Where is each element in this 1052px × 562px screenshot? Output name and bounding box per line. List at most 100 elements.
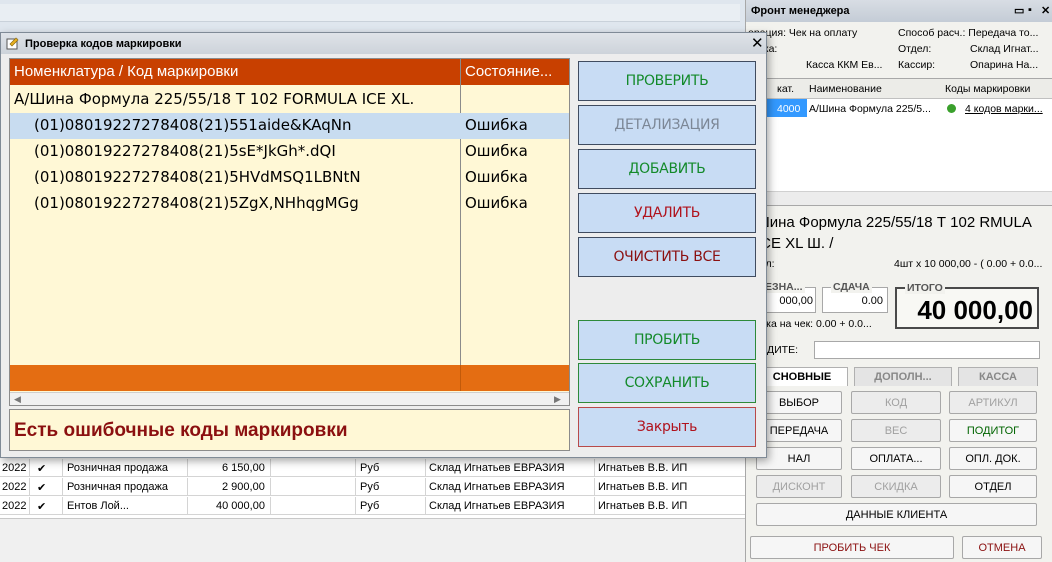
grid-horizontal-scrollbar[interactable] (757, 191, 1052, 205)
table-row[interactable]: (01)08019227278408(21)5sE*JkGh*.dQI Ошиб… (10, 139, 569, 165)
check-icon: ✔ (37, 482, 47, 494)
outlet-value: Касса ККМ Ев... (806, 59, 883, 71)
column-header-status[interactable]: Состояние... (465, 63, 552, 80)
front-manager-panel: Фронт менеджера ▭ ▪ ✕ ерация: Чек на опл… (745, 0, 1052, 562)
change-value: 0.00 (861, 295, 883, 307)
table-row[interactable]: 2022 ✔ Ентов Лой... 40 000,00 Руб Склад … (0, 497, 745, 515)
close-icon[interactable]: ✕ (1041, 4, 1050, 17)
column-header: Наименование (809, 83, 882, 95)
cashier-label: Кассир: (898, 59, 936, 71)
delete-button[interactable]: УДАЛИТЬ (578, 193, 756, 233)
error-message: Есть ошибочные коды маркировки (14, 420, 348, 441)
front-manager-titlebar: Фронт менеджера ▭ ▪ ✕ (746, 0, 1052, 22)
tab-cash[interactable]: КАССА (958, 367, 1038, 386)
doc-currency: Руб (360, 481, 380, 493)
doc-sum: 2 900,00 (222, 481, 265, 493)
marking-codes-table[interactable]: Номенклатура / Код маркировки Состояние.… (9, 58, 570, 406)
subtotal-button[interactable]: ПОДИТОГ (949, 419, 1037, 442)
select-button[interactable]: ВЫБОР (756, 391, 842, 414)
selected-item-name: Шина Формула 225/55/18 Т 102 RMULA ICE X… (756, 214, 1032, 252)
code-status: Ошибка (465, 142, 528, 160)
price-line: 4шт x 10 000,00 - ( 0.00 + 0.0... (894, 258, 1043, 270)
add-button[interactable]: ДОБАВИТЬ (578, 149, 756, 189)
transfer-button[interactable]: ПЕРЕДАЧА (756, 419, 842, 442)
minimize-icon[interactable]: ▭ (1014, 4, 1024, 17)
table-row[interactable]: (01)08019227278408(21)5HVdMSQ1LBNtN Ошиб… (10, 165, 569, 191)
article-button[interactable]: АРТИКУЛ (949, 391, 1037, 414)
front-manager-info: ерация: Чек на оплату точка: Касса ККМ Е… (746, 22, 1052, 76)
dept-value: Склад Игнат... (970, 43, 1039, 55)
code-button[interactable]: КОД (851, 391, 941, 414)
item-code: 4000 (777, 103, 801, 115)
tab-basic[interactable]: СНОВНЫЕ (756, 367, 848, 386)
tab-additional[interactable]: ДОПОЛН... (854, 367, 952, 386)
dept-button[interactable]: ОТДЕЛ (949, 475, 1037, 498)
received-field[interactable]: ЕЗНА... 000,00 (760, 281, 816, 313)
marking-code: (01)08019227278408(21)551aide&KAqNn (34, 116, 352, 134)
table-row[interactable]: 2022 ✔ Розничная продажа 6 150,00 Руб Ск… (0, 459, 745, 477)
code-status: Ошибка (465, 194, 528, 212)
column-header: кат. (777, 83, 794, 95)
close-button[interactable]: Закрыть (578, 407, 756, 447)
item-name: А/Шина Формула 225/5... (809, 103, 931, 115)
received-label: ЕЗНА... (763, 281, 805, 293)
punch-button[interactable]: ПРОБИТЬ (578, 320, 756, 360)
scroll-right-icon[interactable]: ▶ (554, 394, 561, 405)
close-icon[interactable]: ✕ (751, 34, 764, 52)
discount-button[interactable]: СКИДКА (851, 475, 941, 498)
barcode-input[interactable] (814, 341, 1040, 359)
weight-button[interactable]: ВЕС (851, 419, 941, 442)
clear-all-button[interactable]: ОЧИСТИТЬ ВСЕ (578, 237, 756, 277)
code-status: Ошибка (465, 168, 528, 186)
background-status-area (0, 518, 745, 562)
doc-warehouse: Склад Игнатьев ЕВРАЗИЯ (429, 500, 565, 512)
doc-type: Розничная продажа (67, 462, 169, 474)
product-name: А/Шина Формула 225/55/18 Т 102 FORMULA I… (14, 90, 415, 108)
marking-codes-link[interactable]: 4 кодов марки... (965, 103, 1052, 115)
doc-type: Ентов Лой... (67, 500, 129, 512)
cash-button[interactable]: НАЛ (756, 447, 842, 470)
marking-check-dialog: Проверка кодов маркировки ✕ Номенклатура… (0, 32, 767, 458)
check-button[interactable]: ПРОВЕРИТЬ (578, 61, 756, 101)
receipt-grid-header: кат. Наименование Коды маркировки (757, 79, 1052, 99)
doc-date: 2022 (2, 481, 27, 493)
error-message-panel: Есть ошибочные коды маркировки (9, 409, 570, 451)
receipt-item-row[interactable]: 4000 А/Шина Формула 225/5... 4 кодов мар… (757, 99, 1052, 117)
dialog-app-icon (6, 37, 19, 50)
dept-label: Отдел: (898, 43, 932, 55)
background-toolbar (0, 0, 745, 34)
details-button[interactable]: ДЕТАЛИЗАЦИЯ (578, 105, 756, 145)
background-toolbar-strip (0, 4, 740, 22)
marking-code: (01)08019227278408(21)5sE*JkGh*.dQI (34, 142, 336, 160)
table-row[interactable]: 2022 ✔ Розничная продажа 2 900,00 Руб Ск… (0, 478, 745, 496)
doc-warehouse: Склад Игнатьев ЕВРАЗИЯ (429, 462, 565, 474)
scroll-left-icon[interactable]: ◀ (14, 394, 21, 405)
doc-type: Розничная продажа (67, 481, 169, 493)
dialog-title: Проверка кодов маркировки (25, 38, 182, 50)
receipt-items-grid[interactable]: кат. Наименование Коды маркировки 4000 А… (756, 78, 1052, 206)
payment-button[interactable]: ОПЛАТА... (851, 447, 941, 470)
doc-date: 2022 (2, 462, 27, 474)
check-icon: ✔ (37, 501, 47, 513)
table-row[interactable]: (01)08019227278408(21)551aide&KAqNn Ошиб… (10, 113, 569, 139)
doc-sum: 40 000,00 (216, 500, 265, 512)
payment-method-text: Способ расч.: Передача то... (898, 27, 1039, 39)
doc-warehouse: Склад Игнатьев ЕВРАЗИЯ (429, 481, 565, 493)
table-row[interactable]: (01)08019227278408(21)5ZgX,NHhqgMGg Ошиб… (10, 191, 569, 217)
cancel-button[interactable]: ОТМЕНА (962, 536, 1042, 559)
product-row[interactable]: А/Шина Формула 225/55/18 Т 102 FORMULA I… (10, 87, 569, 113)
check-icon: ✔ (37, 463, 47, 475)
client-data-button[interactable]: ДАННЫЕ КЛИЕНТА (756, 503, 1037, 526)
punch-check-button[interactable]: ПРОБИТЬ ЧЕК (750, 536, 954, 559)
discount-card-button[interactable]: ДИСКОНТ (756, 475, 842, 498)
pin-icon[interactable]: ▪ (1028, 4, 1032, 16)
save-button[interactable]: СОХРАНИТЬ (578, 363, 756, 403)
table-footer (10, 365, 569, 391)
doc-org: Игнатьев В.В. ИП (598, 481, 688, 493)
table-horizontal-scrollbar[interactable]: ◀ ▶ (10, 392, 569, 405)
total-field: ИТОГО 40 000,00 (895, 282, 1039, 329)
pay-doc-button[interactable]: ОПЛ. ДОК. (949, 447, 1037, 470)
marking-code: (01)08019227278408(21)5ZgX,NHhqgMGg (34, 194, 359, 212)
column-header-nomenclature[interactable]: Номенклатура / Код маркировки (14, 63, 238, 80)
total-label: ИТОГО (905, 282, 945, 294)
